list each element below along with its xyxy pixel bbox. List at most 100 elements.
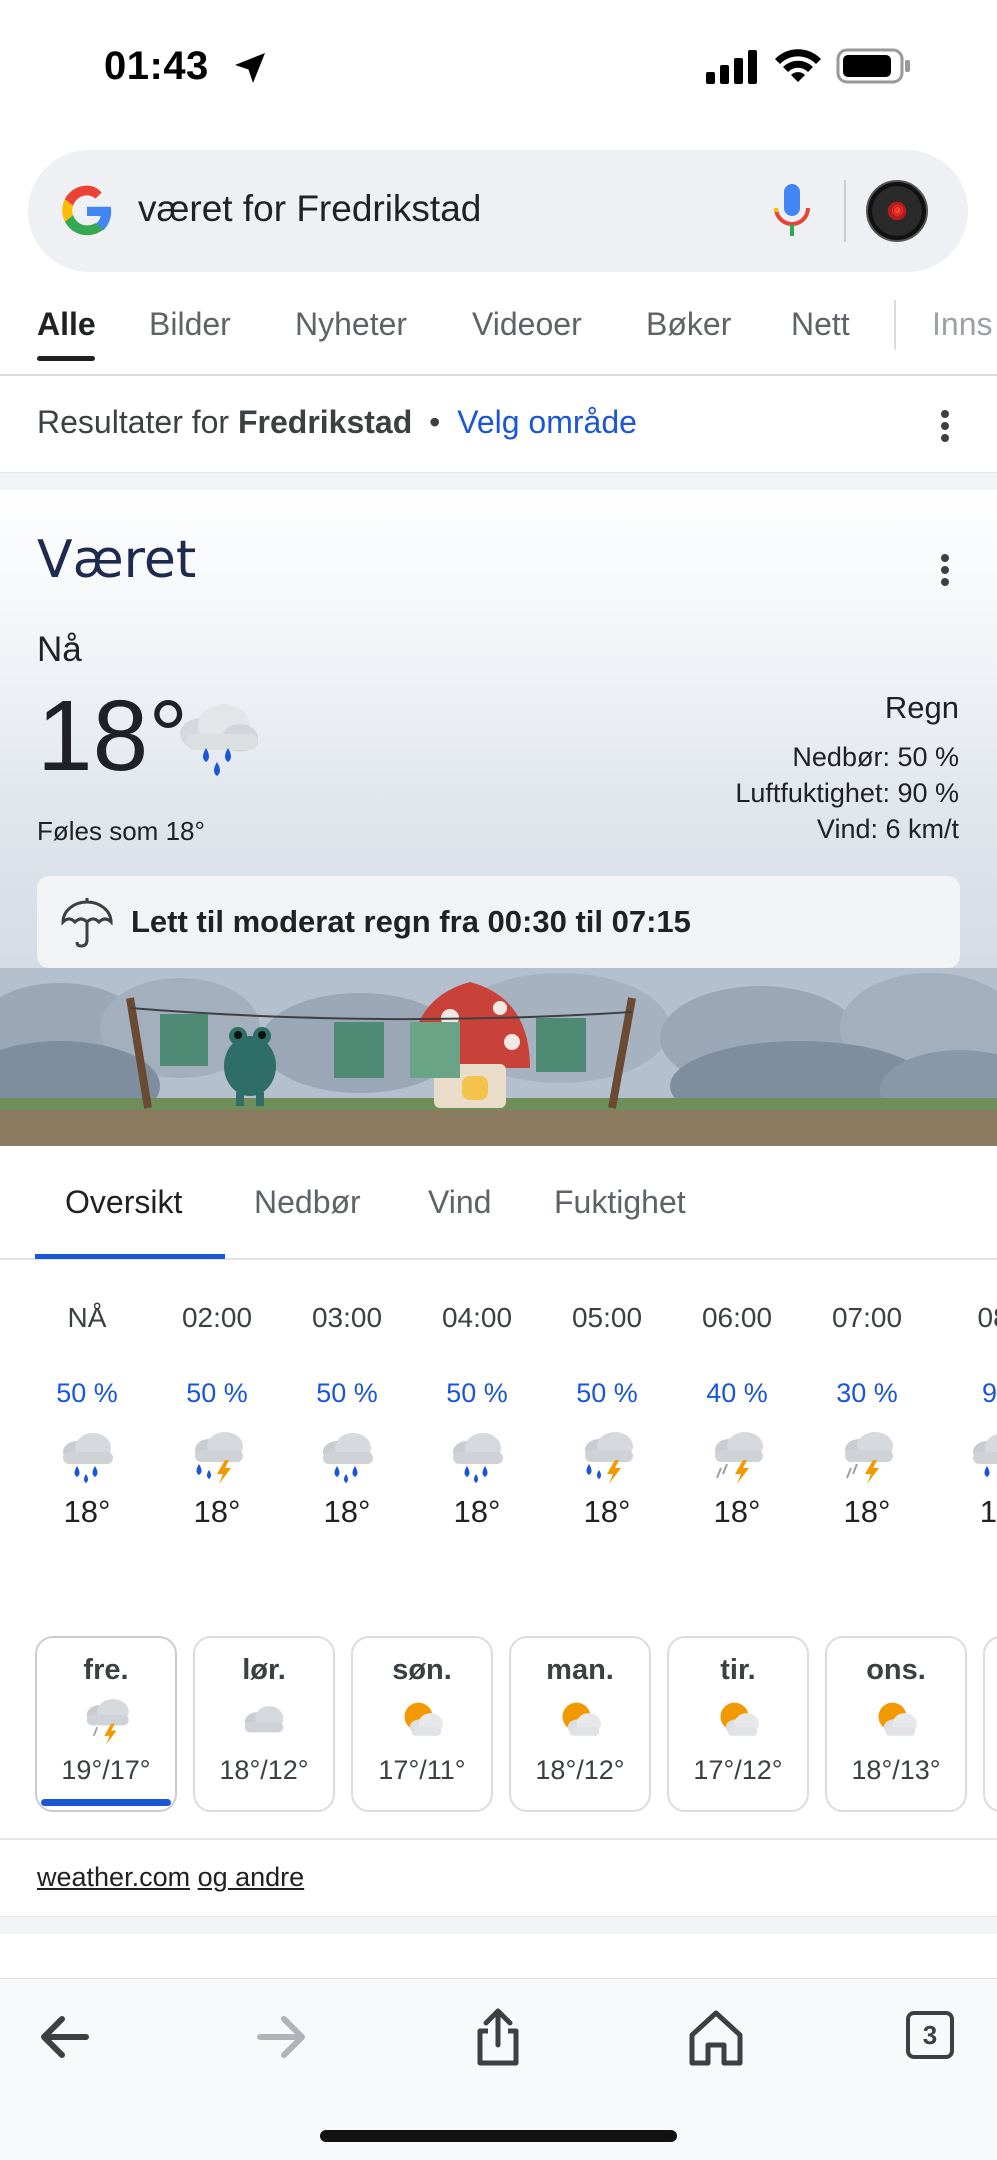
hourly-forecast: NÅ 50 % 18° 02:00 50 % 18° 03:00 50 % 18… [0,1300,997,1590]
hour-column[interactable]: 05:00 50 % 18° [552,1300,662,1530]
tab-videoer[interactable]: Videoer [472,306,582,343]
day-temps: 18°/12° [219,1755,309,1785]
tab-fuktighet[interactable]: Fuktighet [554,1184,686,1221]
home-icon[interactable] [684,2005,748,2069]
weather-card: Været Nå 18° Føles som 18° Regn Nedbør: … [0,490,997,1146]
tab-bilder[interactable]: Bilder [149,306,231,343]
hour-time: 06:00 [701,1302,773,1333]
day-name: søn. [392,1654,452,1686]
daily-forecast: fre. 19°/17° lør. 18°/12° søn. 17°/11° m… [0,1632,997,1816]
partly-cloudy-icon [562,1702,601,1736]
share-icon[interactable] [466,2005,530,2069]
search-bar[interactable]: været for Fredrikstad ◉ [28,150,968,272]
hour-precip: 50 % [56,1378,118,1408]
day-card[interactable]: man. 18°/12° [509,1636,651,1812]
partly-cloudy-icon [404,1702,443,1736]
tab-boker[interactable]: Bøker [646,306,731,343]
hour-precip: 50 % [446,1378,508,1408]
day-name: fre. [83,1654,129,1686]
day-name: tir. [720,1654,756,1686]
battery-icon [836,48,910,84]
results-prefix: Resultater for [37,404,230,440]
day-name: ons. [866,1654,926,1686]
day-card[interactable]: fre. 19°/17° [35,1636,177,1812]
day-card[interactable]: tir. 17°/12° [667,1636,809,1812]
weather-more-options-icon[interactable] [930,550,960,590]
day-name: lør. [242,1654,286,1686]
mic-icon[interactable] [770,182,814,242]
hour-precip: 50 % [576,1378,638,1408]
hour-column[interactable]: 04:00 50 % 18° [422,1300,532,1530]
forward-icon[interactable] [250,2005,314,2069]
hour-temp: 18° [453,1494,501,1529]
tabs-icon[interactable]: 3 [900,2005,964,2069]
weather-doodle-illustration [0,968,997,1146]
account-avatar[interactable]: ◉ [866,180,928,242]
day-card[interactable]: ons. 18°/13° [825,1636,967,1812]
partly-cloudy-icon [720,1702,759,1736]
hour-column[interactable]: NÅ 50 % 18° [32,1300,142,1530]
tab-nedbor[interactable]: Nedbør [254,1184,361,1221]
tab-oversikt[interactable]: Oversikt [65,1184,182,1221]
hour-temp: 18° [583,1494,631,1529]
status-bar: 01:43 [0,0,997,135]
selected-day-indicator [41,1799,171,1806]
day-card[interactable]: søn. 17°/11° [351,1636,493,1812]
day-temps: 19°/17° [61,1755,151,1785]
results-for-text: Resultater for Fredrikstad • Velg område [37,404,637,441]
day-temps: 18°/13° [851,1755,941,1785]
tab-vind[interactable]: Vind [428,1184,491,1221]
back-icon[interactable] [32,2005,96,2069]
hour-precip: 90 [981,1378,997,1408]
hour-time: 02:00 [181,1302,253,1333]
results-for-row: Resultater for Fredrikstad • Velg område [0,378,997,472]
day-card[interactable]: lør. 18°/12° [193,1636,335,1812]
day-card[interactable] [983,1636,997,1812]
rain-icon [973,1433,997,1477]
now-label: Nå [37,630,82,669]
forecast-tab-underline [35,1254,225,1259]
hour-precip: 40 % [706,1378,768,1408]
tab-nett[interactable]: Nett [791,306,850,343]
tab-nyheter[interactable]: Nyheter [295,306,407,343]
day-temps: 18°/12° [535,1755,625,1785]
hour-column[interactable]: 03:00 50 % 18° [292,1300,402,1530]
precipitation-alert[interactable]: Lett til moderat regn fra 00:30 til 07:1… [37,876,960,968]
hour-column[interactable]: 02:00 50 % 18° [162,1300,272,1530]
cellular-signal-icon [706,50,757,84]
hour-temp: 18 [979,1494,997,1529]
section-gap [0,472,997,490]
hour-column[interactable]: 08: 90 18 [942,1300,997,1530]
tab-innstillinger[interactable]: Inns [932,306,992,343]
hour-time: 03:00 [311,1302,383,1333]
wifi-icon [775,49,821,82]
alert-text: Lett til moderat regn fra 00:30 til 07:1… [131,904,691,939]
search-tabs: Alle Bilder Nyheter Videoer Bøker Nett I… [0,296,997,376]
source-link-weather-com[interactable]: weather.com [37,1862,190,1892]
results-separator: • [429,404,441,440]
rain-thunder-icon [195,1432,243,1484]
google-logo [62,185,112,236]
tab-alle[interactable]: Alle [37,306,96,343]
hour-time: 08: [977,1302,997,1333]
hour-column[interactable]: 06:00 40 % 18° [682,1300,792,1530]
rain-thunder-icon [585,1432,633,1484]
hour-temp: 18° [193,1494,241,1529]
hour-precip: 30 % [836,1378,898,1408]
day-name: man. [546,1654,614,1686]
weather-title: Været [37,530,197,590]
choose-area-link[interactable]: Velg område [457,404,637,440]
partly-cloudy-icon [878,1702,917,1736]
results-place: Fredrikstad [237,404,413,440]
feels-like: Føles som 18° [37,816,205,846]
source-link-others[interactable]: og andre [198,1862,305,1892]
thunderstorm-icon [715,1432,763,1484]
hour-time: 05:00 [571,1302,643,1333]
hour-temp: 18° [323,1494,371,1529]
hour-column[interactable]: 07:00 30 % 18° [812,1300,922,1530]
search-input[interactable]: været for Fredrikstad [138,188,481,230]
more-options-icon[interactable] [930,406,960,446]
tab-count: 3 [906,2011,954,2059]
forecast-tabs: Oversikt Nedbør Vind Fuktighet [0,1146,997,1260]
section-gap [0,1916,997,1934]
